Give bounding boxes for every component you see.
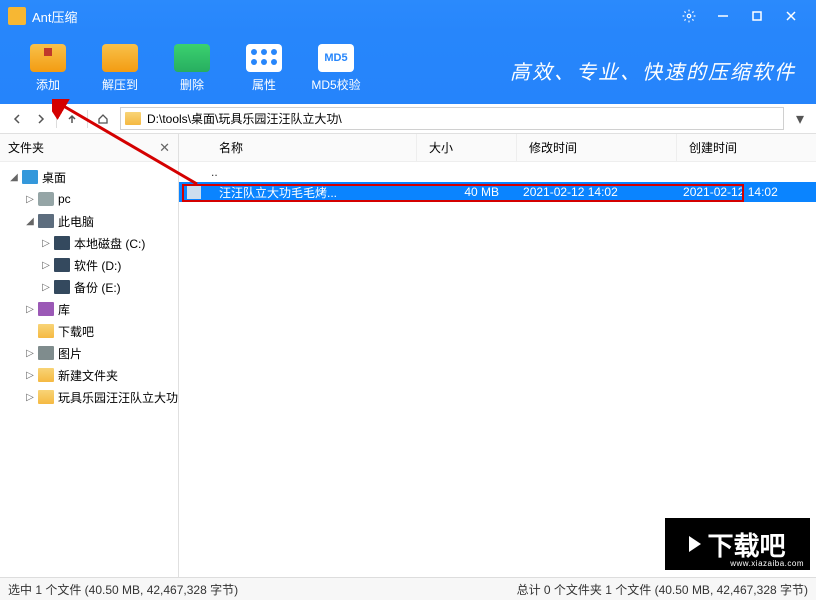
library-icon bbox=[38, 302, 54, 316]
md5-icon: MD5 bbox=[318, 44, 354, 72]
tree-item-library[interactable]: ▷库 bbox=[0, 298, 178, 320]
toolbar: 添加 解压到 删除 属性 MD5 MD5校验 高效、专业、快速的压缩软件 bbox=[0, 32, 816, 104]
column-gutter bbox=[179, 134, 207, 161]
extract-button[interactable]: 解压到 bbox=[84, 36, 156, 100]
tree-label: 图片 bbox=[58, 345, 82, 362]
parent-dir-label: .. bbox=[211, 165, 218, 179]
tree-item-drive-d[interactable]: ▷软件 (D:) bbox=[0, 254, 178, 276]
folder-icon bbox=[38, 390, 54, 404]
sidebar-title: 文件夹 bbox=[8, 139, 44, 156]
tree-item-drive-c[interactable]: ▷本地磁盘 (C:) bbox=[0, 232, 178, 254]
delete-label: 删除 bbox=[180, 76, 204, 93]
status-left: 选中 1 个文件 (40.50 MB, 42,467,328 字节) bbox=[8, 581, 238, 598]
tree-label: pc bbox=[58, 192, 71, 206]
cell-modified: 2021-02-12 14:02 bbox=[511, 185, 671, 199]
path-bar: D:\tools\桌面\玩具乐园汪汪队立大功\ ▾ bbox=[0, 104, 816, 134]
app-title: Ant压缩 bbox=[32, 7, 672, 26]
drive-icon bbox=[54, 236, 70, 250]
content-area: 文件夹 ✕ ◢桌面 ▷pc ◢此电脑 ▷本地磁盘 (C:) ▷软件 (D:) ▷… bbox=[0, 134, 816, 577]
separator bbox=[56, 110, 57, 128]
cell-name: 汪汪队立大功毛毛烤... bbox=[207, 184, 411, 201]
folder-icon bbox=[38, 368, 54, 382]
close-button[interactable] bbox=[774, 0, 808, 32]
add-label: 添加 bbox=[36, 76, 60, 93]
tree-label: 桌面 bbox=[42, 169, 66, 186]
sidebar: 文件夹 ✕ ◢桌面 ▷pc ◢此电脑 ▷本地磁盘 (C:) ▷软件 (D:) ▷… bbox=[0, 134, 179, 577]
path-dropdown-button[interactable]: ▾ bbox=[790, 108, 810, 130]
tree-label: 玩具乐园汪汪队立大功 bbox=[58, 389, 178, 406]
folder-icon bbox=[125, 112, 141, 125]
path-text: D:\tools\桌面\玩具乐园汪汪队立大功\ bbox=[147, 110, 342, 127]
column-headers: 名称 大小 修改时间 创建时间 注释 bbox=[179, 134, 816, 162]
nav-forward-button[interactable] bbox=[30, 108, 52, 130]
play-icon bbox=[689, 536, 701, 552]
nav-home-button[interactable] bbox=[92, 108, 114, 130]
delete-icon bbox=[174, 44, 210, 72]
md5-button[interactable]: MD5 MD5校验 bbox=[300, 36, 372, 100]
tree-item-pictures[interactable]: ▷图片 bbox=[0, 342, 178, 364]
path-input[interactable]: D:\tools\桌面\玩具乐园汪汪队立大功\ bbox=[120, 107, 784, 130]
tree-item-newfolder[interactable]: ▷新建文件夹 bbox=[0, 364, 178, 386]
file-pane: 名称 大小 修改时间 创建时间 注释 .. 汪汪队立大功毛毛烤... 40 MB… bbox=[179, 134, 816, 577]
tree-label: 新建文件夹 bbox=[58, 367, 118, 384]
tree-item-desktop[interactable]: ◢桌面 bbox=[0, 166, 178, 188]
tree-label: 备份 (E:) bbox=[74, 279, 121, 296]
delete-button[interactable]: 删除 bbox=[156, 36, 228, 100]
tree-label: 下载吧 bbox=[58, 323, 94, 340]
tree-item-downloads[interactable]: 下载吧 bbox=[0, 320, 178, 342]
folder-icon bbox=[38, 324, 54, 338]
tree-item-pc[interactable]: ▷pc bbox=[0, 188, 178, 210]
tree-label: 软件 (D:) bbox=[74, 257, 121, 274]
tree-label: 库 bbox=[58, 301, 70, 318]
watermark-logo: 下载吧 www.xiazaiba.com bbox=[665, 518, 810, 570]
tree-label: 本地磁盘 (C:) bbox=[74, 235, 145, 252]
extract-icon bbox=[102, 44, 138, 72]
title-bar: Ant压缩 bbox=[0, 0, 816, 32]
add-icon bbox=[30, 44, 66, 72]
watermark-url: www.xiazaiba.com bbox=[730, 559, 804, 568]
row-parent-dir[interactable]: .. bbox=[179, 162, 816, 182]
column-created[interactable]: 创建时间 bbox=[677, 134, 816, 161]
extract-label: 解压到 bbox=[102, 76, 138, 93]
cell-created: 2021-02-12 14:02 bbox=[671, 185, 816, 199]
tree-label: 此电脑 bbox=[58, 213, 94, 230]
file-icon bbox=[187, 185, 201, 199]
file-row-selected[interactable]: 汪汪队立大功毛毛烤... 40 MB 2021-02-12 14:02 2021… bbox=[179, 182, 816, 202]
computer-icon bbox=[38, 214, 54, 228]
column-modified[interactable]: 修改时间 bbox=[517, 134, 677, 161]
settings-icon[interactable] bbox=[672, 0, 706, 32]
folder-icon bbox=[38, 346, 54, 360]
slogan-text: 高效、专业、快速的压缩软件 bbox=[510, 56, 796, 85]
properties-label: 属性 bbox=[252, 76, 276, 93]
user-icon bbox=[38, 192, 54, 206]
drive-icon bbox=[54, 280, 70, 294]
status-right: 总计 0 个文件夹 1 个文件 (40.50 MB, 42,467,328 字节… bbox=[517, 581, 808, 598]
properties-button[interactable]: 属性 bbox=[228, 36, 300, 100]
desktop-icon bbox=[22, 170, 38, 184]
separator bbox=[87, 110, 88, 128]
tree-item-thispc[interactable]: ◢此电脑 bbox=[0, 210, 178, 232]
cell-size: 40 MB bbox=[411, 185, 511, 199]
sidebar-close-button[interactable]: ✕ bbox=[159, 140, 170, 156]
watermark-text: 下载吧 bbox=[707, 526, 785, 563]
minimize-button[interactable] bbox=[706, 0, 740, 32]
status-bar: 选中 1 个文件 (40.50 MB, 42,467,328 字节) 总计 0 … bbox=[0, 577, 816, 600]
column-name[interactable]: 名称 bbox=[207, 134, 417, 161]
md5-label: MD5校验 bbox=[311, 76, 360, 93]
column-size[interactable]: 大小 bbox=[417, 134, 517, 161]
nav-back-button[interactable] bbox=[6, 108, 28, 130]
drive-icon bbox=[54, 258, 70, 272]
file-list[interactable]: .. 汪汪队立大功毛毛烤... 40 MB 2021-02-12 14:02 2… bbox=[179, 162, 816, 577]
sidebar-header: 文件夹 ✕ bbox=[0, 134, 178, 162]
properties-icon bbox=[246, 44, 282, 72]
nav-up-button[interactable] bbox=[61, 108, 83, 130]
maximize-button[interactable] bbox=[740, 0, 774, 32]
tree-item-drive-e[interactable]: ▷备份 (E:) bbox=[0, 276, 178, 298]
tree-item-toyfolder[interactable]: ▷玩具乐园汪汪队立大功 bbox=[0, 386, 178, 408]
app-icon bbox=[8, 7, 26, 25]
add-button[interactable]: 添加 bbox=[12, 36, 84, 100]
folder-tree: ◢桌面 ▷pc ◢此电脑 ▷本地磁盘 (C:) ▷软件 (D:) ▷备份 (E:… bbox=[0, 162, 178, 577]
